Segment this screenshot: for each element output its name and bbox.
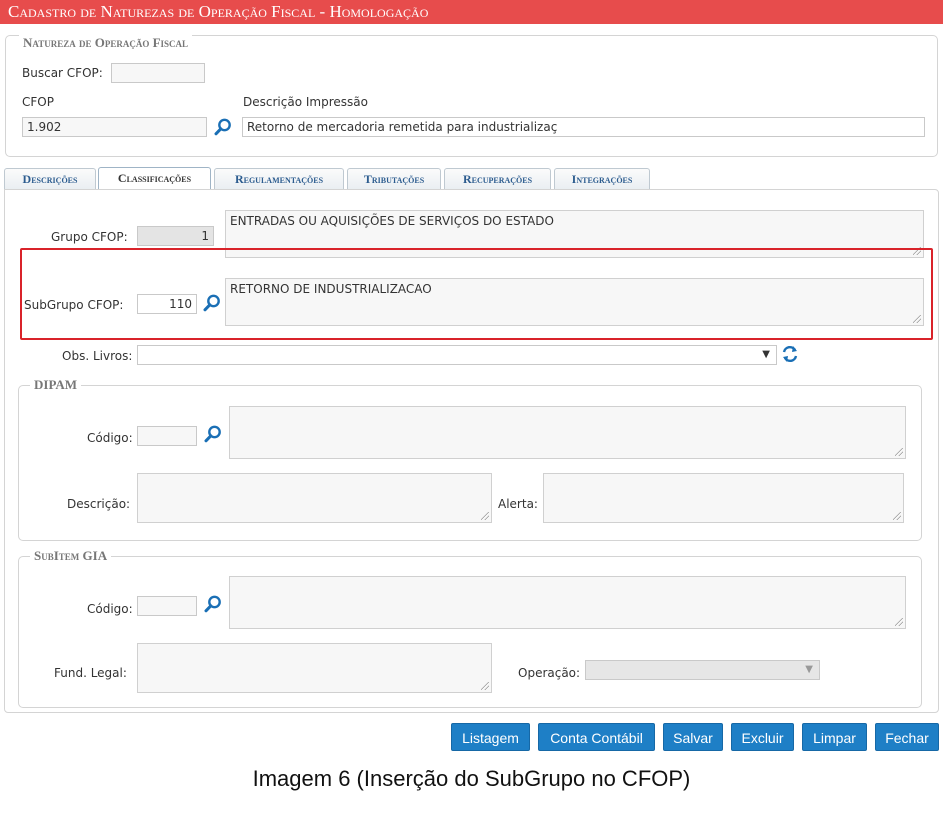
- buscar-cfop-input[interactable]: [111, 63, 205, 83]
- tab-regulamentacoes[interactable]: Regulamentações: [214, 168, 344, 190]
- resize-grip-icon[interactable]: [893, 512, 901, 520]
- operacao-select: ▼: [585, 660, 820, 680]
- limpar-button[interactable]: Limpar: [802, 723, 867, 751]
- fund-legal-textarea[interactable]: [137, 643, 492, 693]
- subitem-codigo-label: Código:: [87, 602, 133, 616]
- dipam-codigo-description: [229, 406, 906, 459]
- dipam-alerta-textarea[interactable]: [543, 473, 904, 523]
- descricao-impressao-input[interactable]: [242, 117, 925, 137]
- resize-grip-icon[interactable]: [895, 448, 903, 456]
- natureza-fieldset: [5, 35, 938, 157]
- subitem-gia-legend: SubItem GIA: [30, 548, 112, 564]
- dipam-alerta-label: Alerta:: [498, 497, 538, 511]
- subgrupo-cfop-description-text: RETORNO DE INDUSTRIALIZACAO: [230, 282, 432, 296]
- cfop-input[interactable]: [22, 117, 207, 137]
- listagem-button[interactable]: Listagem: [451, 723, 530, 751]
- resize-grip-icon[interactable]: [895, 618, 903, 626]
- operacao-label: Operação:: [518, 666, 581, 680]
- tab-descricoes[interactable]: Descrições: [4, 168, 96, 190]
- grupo-cfop-description-text: ENTRADAS OU AQUISIÇÕES DE SERVIÇOS DO ES…: [230, 214, 554, 228]
- excluir-button[interactable]: Excluir: [731, 723, 794, 751]
- subitem-codigo-description: [229, 576, 906, 629]
- salvar-button[interactable]: Salvar: [663, 723, 723, 751]
- resize-grip-icon[interactable]: [481, 682, 489, 690]
- natureza-legend: Natureza de Operação Fiscal: [19, 35, 193, 51]
- subgrupo-cfop-input[interactable]: [137, 294, 197, 314]
- search-icon[interactable]: [203, 594, 223, 614]
- resize-grip-icon[interactable]: [481, 512, 489, 520]
- fund-legal-label: Fund. Legal:: [54, 666, 127, 680]
- tab-tributacoes[interactable]: Tributações: [347, 168, 441, 190]
- conta-contabil-button[interactable]: Conta Contábil: [538, 723, 655, 751]
- fechar-button[interactable]: Fechar: [875, 723, 939, 751]
- dropdown-arrow-icon: ▼: [805, 664, 813, 675]
- figure-caption: Imagem 6 (Inserção do SubGrupo no CFOP): [252, 766, 691, 791]
- resize-grip-icon[interactable]: [913, 315, 921, 323]
- cfop-label: CFOP: [22, 95, 54, 109]
- dipam-descricao-textarea[interactable]: [137, 473, 492, 523]
- subgrupo-cfop-label: SubGrupo CFOP:: [24, 298, 124, 312]
- dropdown-arrow-icon[interactable]: ▼: [762, 349, 770, 360]
- buscar-cfop-label: Buscar CFOP:: [22, 66, 103, 80]
- obs-livros-label: Obs. Livros:: [62, 349, 133, 363]
- search-icon[interactable]: [213, 117, 233, 137]
- subitem-codigo-input[interactable]: [137, 596, 197, 616]
- obs-livros-select[interactable]: ▼: [137, 345, 777, 365]
- tab-classificacoes[interactable]: Classificações: [98, 167, 211, 190]
- window-title: Cadastro de Naturezas de Operação Fiscal…: [0, 0, 943, 24]
- search-icon[interactable]: [202, 293, 222, 313]
- refresh-icon[interactable]: [781, 345, 799, 363]
- tab-integracoes[interactable]: Integrações: [554, 168, 650, 190]
- dipam-legend: DIPAM: [30, 377, 82, 393]
- subgrupo-cfop-description: RETORNO DE INDUSTRIALIZACAO: [225, 278, 924, 326]
- search-icon[interactable]: [203, 424, 223, 444]
- grupo-cfop-label: Grupo CFOP:: [51, 230, 128, 244]
- dipam-codigo-label: Código:: [87, 431, 133, 445]
- descricao-impressao-label: Descrição Impressão: [243, 95, 368, 109]
- dipam-codigo-input[interactable]: [137, 426, 197, 446]
- dipam-descricao-label: Descrição:: [67, 497, 131, 511]
- grupo-cfop-input: [137, 226, 214, 246]
- tab-recuperacoes[interactable]: Recuperações: [444, 168, 551, 190]
